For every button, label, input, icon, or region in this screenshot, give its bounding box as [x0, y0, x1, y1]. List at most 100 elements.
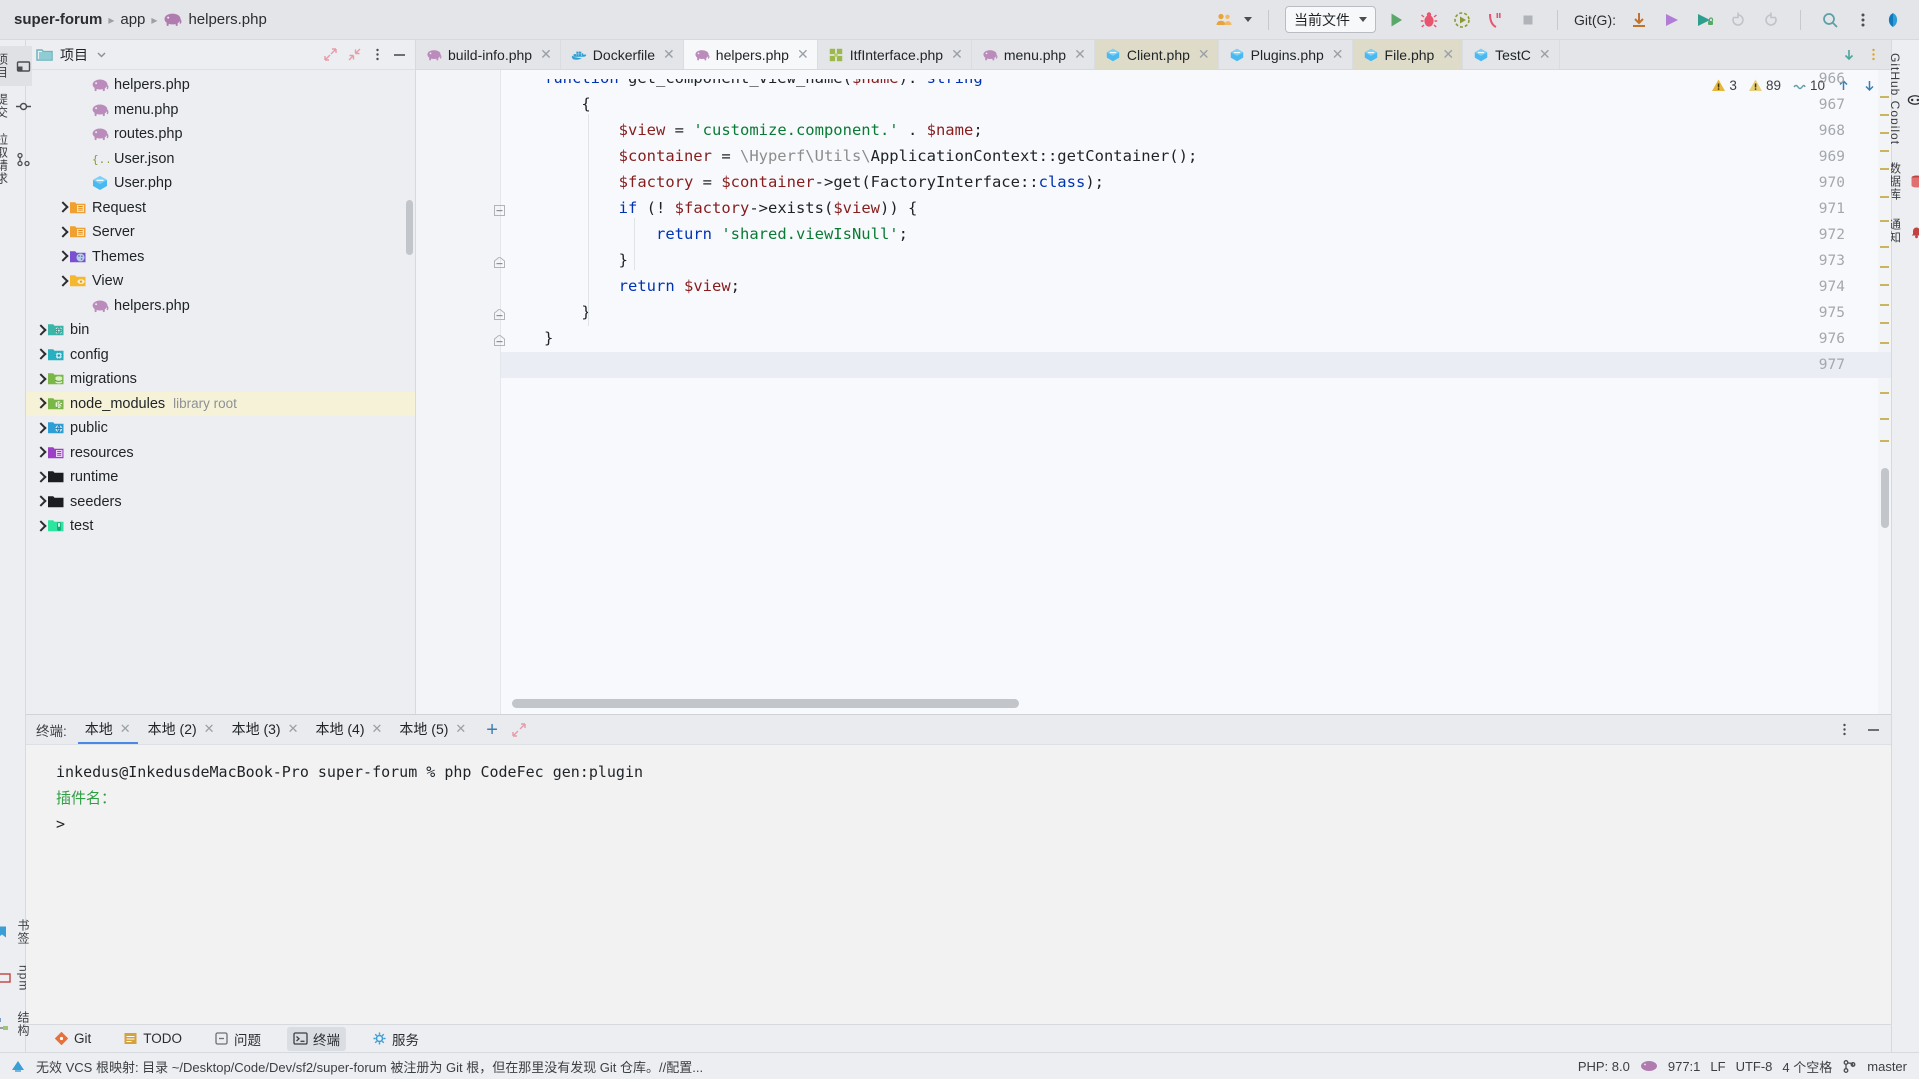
close-icon[interactable]: ✕	[1074, 46, 1086, 63]
git-redo-button[interactable]	[1758, 7, 1784, 33]
code-line[interactable]: if (! $factory->exists($view)) {	[544, 199, 918, 217]
chevron-right-icon[interactable]	[34, 373, 47, 386]
kebab-menu-icon[interactable]	[1850, 7, 1876, 33]
avatar-dropdown-caret[interactable]	[1244, 17, 1252, 22]
editor-tab-plugins-php[interactable]: Plugins.php ✕	[1219, 40, 1353, 69]
close-icon[interactable]: ✕	[1332, 46, 1344, 63]
code-line[interactable]: }	[544, 251, 628, 269]
next-highlight-icon[interactable]	[1862, 78, 1877, 93]
maximize-terminal-icon[interactable]	[511, 722, 527, 738]
tree-node-helpers-php[interactable]: helpers.php	[26, 73, 415, 98]
close-icon[interactable]: ✕	[663, 46, 675, 63]
code-fold-marker[interactable]	[494, 335, 505, 346]
chevron-right-icon[interactable]	[56, 226, 69, 239]
sidebar-item-bookmarks[interactable]: 书签	[0, 912, 32, 952]
terminal-tab-4[interactable]: 本地 (4) ✕	[308, 716, 389, 744]
chevron-right-icon[interactable]	[34, 324, 47, 337]
chevron-right-icon[interactable]	[56, 201, 69, 214]
terminal-tab-2[interactable]: 本地 (2) ✕	[141, 716, 222, 744]
avatar-group-button[interactable]	[1211, 7, 1237, 33]
chevron-right-icon[interactable]	[34, 446, 47, 459]
sidebar-item-npm[interactable]: npm	[0, 958, 31, 998]
project-options-icon[interactable]	[370, 47, 385, 62]
code-line[interactable]: return 'shared.viewIsNull';	[544, 225, 908, 243]
close-icon[interactable]: ✕	[1539, 46, 1551, 63]
chevron-right-icon[interactable]	[34, 348, 47, 361]
tree-node-node_modules[interactable]: JS node_modules library root	[26, 391, 415, 416]
sidebar-item-notifications[interactable]: 通知	[1887, 211, 1919, 251]
tool-strip-Git[interactable]: Git	[48, 1029, 97, 1048]
terminal-output[interactable]: inkedus@InkedusdeMacBook-Pro super-forum…	[26, 745, 1891, 1024]
code-line[interactable]: function get_component_view_name($name):…	[544, 79, 983, 87]
editor-tab-helpers-php[interactable]: helpers.php ✕	[683, 40, 818, 69]
chevron-right-icon[interactable]	[34, 520, 47, 533]
terminal-options-icon[interactable]	[1837, 722, 1852, 737]
editor-horizontal-scrollbar[interactable]	[512, 699, 1019, 708]
project-scope-chevron-icon[interactable]	[95, 48, 108, 61]
git-branch-indicator[interactable]: master	[1867, 1059, 1907, 1074]
sidebar-item-copilot[interactable]: GitHub Copilot	[1888, 46, 1919, 152]
editor-tab-testc[interactable]: TestC ✕	[1463, 40, 1560, 69]
collapse-all-icon[interactable]	[346, 46, 363, 63]
code-line[interactable]: $factory = $container->get(FactoryInterf…	[544, 173, 1104, 191]
code-fold-marker[interactable]	[494, 309, 505, 320]
ai-assistant-icon[interactable]	[1883, 7, 1909, 33]
breadcrumb-project[interactable]: super-forum	[14, 11, 102, 28]
run-with-profiler-button[interactable]	[1449, 7, 1475, 33]
tree-node-view[interactable]: View	[26, 269, 415, 294]
code-line[interactable]: }	[544, 329, 553, 347]
tree-node-user-json[interactable]: {..} User.json	[26, 147, 415, 172]
tree-node-bin[interactable]: bin	[26, 318, 415, 343]
terminal-hide-icon[interactable]	[1866, 722, 1881, 737]
code-fold-marker[interactable]	[494, 205, 505, 216]
chevron-right-icon[interactable]	[56, 250, 69, 263]
tree-node-menu-php[interactable]: menu.php	[26, 98, 415, 123]
status-message[interactable]: 无效 VCS 根映射: 目录 ~/Desktop/Code/Dev/sf2/su…	[36, 1057, 703, 1076]
tree-node-runtime[interactable]: runtime	[26, 465, 415, 490]
error-stripe-markers[interactable]	[1878, 70, 1891, 714]
tree-node-server[interactable]: Server	[26, 220, 415, 245]
file-encoding[interactable]: UTF-8	[1736, 1059, 1773, 1074]
close-icon[interactable]: ✕	[455, 721, 466, 737]
editor-gutter[interactable]	[416, 70, 501, 714]
code-fold-marker[interactable]	[494, 257, 505, 268]
editor-tab-build-info-php[interactable]: build-info.php ✕	[416, 40, 561, 69]
chevron-right-icon[interactable]	[56, 275, 69, 288]
code-line[interactable]: return $view;	[544, 277, 740, 295]
stop-button[interactable]	[1515, 7, 1541, 33]
git-rollback-button[interactable]	[1725, 7, 1751, 33]
close-icon[interactable]: ✕	[1442, 46, 1454, 63]
close-icon[interactable]: ✕	[204, 721, 215, 737]
sidebar-item-structure[interactable]: 结构	[0, 1004, 32, 1044]
inspection-widget[interactable]: 3 89 10	[1711, 78, 1877, 93]
tree-node-resources[interactable]: resources	[26, 441, 415, 466]
editor-tab-file-php[interactable]: File.php ✕	[1352, 40, 1464, 69]
tree-node-user-php[interactable]: User.php	[26, 171, 415, 196]
terminal-tab-5[interactable]: 本地 (5) ✕	[392, 716, 473, 744]
debug-button[interactable]	[1416, 7, 1442, 33]
code-editor[interactable]: 3 89 10 966 function get_component_view_…	[416, 70, 1891, 714]
chevron-right-icon[interactable]	[34, 495, 47, 508]
sidebar-item-database[interactable]: 数据库	[1887, 155, 1919, 208]
expand-all-icon[interactable]	[322, 46, 339, 63]
code-line[interactable]: $view = 'customize.component.' . $name;	[544, 121, 983, 139]
close-icon[interactable]: ✕	[951, 46, 963, 63]
indent-setting[interactable]: 4 个空格	[1782, 1057, 1832, 1076]
tree-node-helpers-php[interactable]: helpers.php	[26, 294, 415, 319]
close-icon[interactable]: ✕	[797, 46, 809, 63]
close-icon[interactable]: ✕	[540, 46, 552, 63]
tab-list-dropdown-icon[interactable]	[1841, 47, 1857, 63]
tree-node-routes-php[interactable]: routes.php	[26, 122, 415, 147]
code-line[interactable]: }	[544, 303, 590, 321]
tool-strip-服务[interactable]: 服务	[366, 1027, 425, 1051]
chevron-right-icon[interactable]	[34, 471, 47, 484]
tree-node-test[interactable]: test	[26, 514, 415, 539]
tree-node-request[interactable]: Request	[26, 196, 415, 221]
editor-tab-itfinterface-php[interactable]: ItfInterface.php ✕	[818, 40, 972, 69]
run-button[interactable]	[1383, 7, 1409, 33]
breadcrumb-file[interactable]: helpers.php	[188, 11, 266, 28]
chevron-right-icon[interactable]	[34, 397, 47, 410]
php-version-indicator[interactable]: PHP: 8.0	[1578, 1059, 1630, 1074]
editor-options-icon[interactable]	[1866, 47, 1881, 62]
close-icon[interactable]: ✕	[371, 721, 382, 737]
